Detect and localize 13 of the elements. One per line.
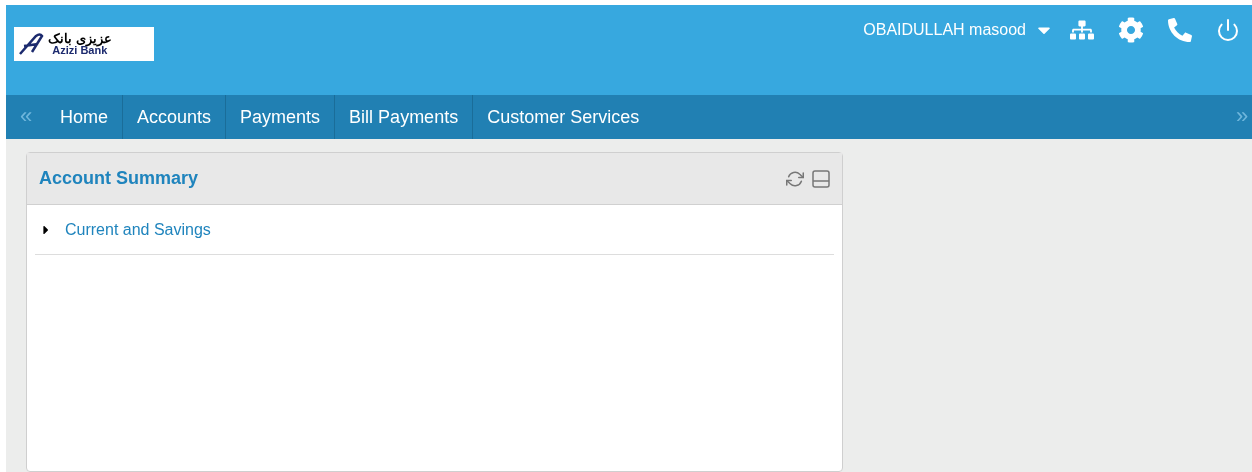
sitemap-icon[interactable] bbox=[1070, 18, 1094, 42]
power-icon[interactable] bbox=[1216, 18, 1240, 42]
user-menu[interactable]: OBAIDULLAH masood bbox=[863, 18, 1054, 42]
nav-tab[interactable]: Customer Services bbox=[473, 95, 654, 139]
logo-name: Azizi Bank bbox=[52, 45, 108, 56]
phone-icon[interactable] bbox=[1168, 18, 1192, 42]
account-group-link[interactable]: Current and Savings bbox=[65, 217, 211, 242]
refresh-icon[interactable] bbox=[786, 169, 804, 188]
collapse-icon[interactable] bbox=[812, 169, 830, 188]
panel-title: Account Summary bbox=[39, 167, 199, 190]
logo-native-name: عزيزى بانک bbox=[48, 32, 112, 45]
settings-icon[interactable] bbox=[1118, 17, 1144, 43]
swoosh-icon bbox=[18, 32, 44, 56]
